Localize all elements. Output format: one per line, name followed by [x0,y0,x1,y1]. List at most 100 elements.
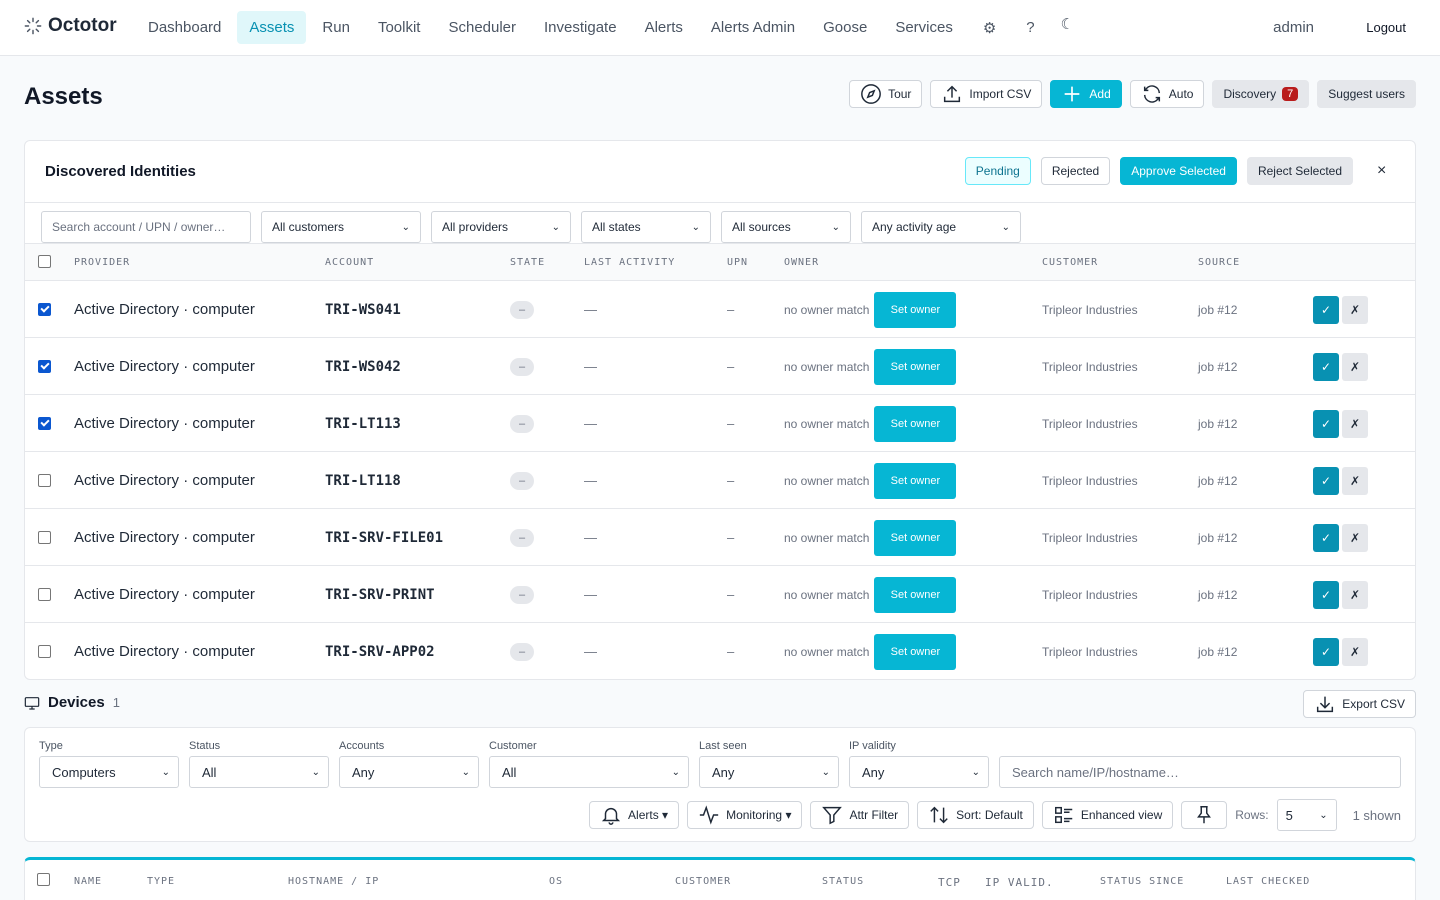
col-os[interactable]: OS [549,876,563,887]
nav-goose[interactable]: Goose [811,11,879,44]
export-csv-button[interactable]: Export CSV [1303,690,1416,718]
status-select[interactable]: All ⌄ [189,756,329,788]
nav-dashboard[interactable]: Dashboard [136,11,233,44]
row-checkbox[interactable] [38,417,51,430]
type-select[interactable]: Computers ⌄ [39,756,179,788]
col-tcp[interactable]: TCP [938,876,961,889]
reject-icon[interactable]: ✗ [1342,466,1368,495]
approve-icon[interactable]: ✓ [1313,637,1339,666]
device-customer-select[interactable]: All ⌄ [489,756,689,788]
approve-icon[interactable]: ✓ [1313,352,1339,381]
col-owner[interactable]: OWNER [784,257,819,268]
row-checkbox[interactable] [38,360,51,373]
col-ip-valid[interactable]: IP VALID. [985,876,1054,889]
provider-select[interactable]: All providers ⌄ [431,211,571,243]
reject-icon[interactable]: ✗ [1342,523,1368,552]
source-cell[interactable]: job #12 [1198,338,1237,395]
approve-selected-button[interactable]: Approve Selected [1120,157,1237,185]
approve-icon[interactable]: ✓ [1313,580,1339,609]
col-account[interactable]: ACCOUNT [325,257,374,268]
reject-icon[interactable]: ✗ [1342,409,1368,438]
devices-select-all-checkbox[interactable] [37,873,50,886]
nav-assets[interactable]: Assets [237,11,307,44]
col-status[interactable]: STATUS [822,876,864,887]
row-checkbox[interactable] [38,303,51,316]
col-hostname-ip[interactable]: HOSTNAME / IP [288,876,379,887]
last-seen-select[interactable]: Any ⌄ [699,756,839,788]
import-csv-button[interactable]: Import CSV [930,80,1043,108]
set-owner-button[interactable]: Set owner [874,405,957,442]
enhanced-view-button[interactable]: Enhanced view [1041,801,1174,829]
state-select[interactable]: All states ⌄ [581,211,711,243]
col-last-checked[interactable]: LAST CHECKED [1226,876,1310,887]
select-all-checkbox[interactable] [38,255,51,268]
attr-filter-button[interactable]: Attr Filter [810,801,910,829]
nav-services[interactable]: Services [883,11,965,44]
nav-alerts-admin[interactable]: Alerts Admin [699,11,807,44]
monitoring-menu-button[interactable]: Monitoring ▾ [687,801,803,829]
nav-alerts[interactable]: Alerts [633,11,695,44]
row-checkbox[interactable] [38,588,51,601]
suggest-users-button[interactable]: Suggest users [1317,80,1416,108]
source-cell[interactable]: job #12 [1198,623,1237,679]
col-device-customer[interactable]: CUSTOMER [675,876,731,887]
source-select[interactable]: All sources ⌄ [721,211,851,243]
set-owner-button[interactable]: Set owner [874,576,957,613]
set-owner-button[interactable]: Set owner [874,348,957,385]
moon-icon[interactable]: ☾ [1051,7,1084,40]
col-customer[interactable]: CUSTOMER [1042,257,1098,268]
approve-icon[interactable]: ✓ [1313,466,1339,495]
set-owner-button[interactable]: Set owner [874,633,957,670]
rows-select[interactable]: 5 ⌄ [1276,799,1337,831]
col-upn[interactable]: UPN [727,257,748,268]
col-status-since[interactable]: STATUS SINCE [1100,876,1184,887]
approve-icon[interactable]: ✓ [1313,295,1339,324]
brand-logo[interactable]: Octotor [24,15,117,37]
logout-link[interactable]: Logout [1366,20,1406,35]
source-cell[interactable]: job #12 [1198,452,1237,509]
source-cell[interactable]: job #12 [1198,395,1237,452]
col-state[interactable]: STATE [510,257,545,268]
auto-button[interactable]: Auto [1129,80,1205,108]
nav-investigate[interactable]: Investigate [532,11,629,44]
nav-run[interactable]: Run [310,11,362,44]
col-name[interactable]: NAME [74,876,102,887]
reject-icon[interactable]: ✗ [1342,352,1368,381]
pin-button[interactable] [1181,801,1228,829]
nav-toolkit[interactable]: Toolkit [366,11,433,44]
activity-select[interactable]: Any activity age ⌄ [861,211,1021,243]
sort-button[interactable]: Sort: Default [917,801,1034,829]
approve-icon[interactable]: ✓ [1313,409,1339,438]
col-provider[interactable]: PROVIDER [74,257,130,268]
help-icon[interactable]: ? [1014,11,1046,44]
close-icon[interactable]: × [1377,162,1391,180]
set-owner-button[interactable]: Set owner [874,462,957,499]
tab-rejected[interactable]: Rejected [1040,157,1111,185]
device-search-input[interactable]: Search name/IP/hostname… [999,756,1401,788]
reject-icon[interactable]: ✗ [1342,637,1368,666]
col-last-activity[interactable]: LAST ACTIVITY [584,257,675,268]
alerts-menu-button[interactable]: Alerts ▾ [589,801,680,829]
ip-validity-select[interactable]: Any ⌄ [849,756,989,788]
row-checkbox[interactable] [38,531,51,544]
identity-search-input[interactable]: Search account / UPN / owner… [41,211,251,243]
nav-scheduler[interactable]: Scheduler [436,11,528,44]
reject-selected-button[interactable]: Reject Selected [1246,157,1353,185]
discovery-button[interactable]: Discovery 7 [1212,80,1310,108]
col-source[interactable]: SOURCE [1198,257,1240,268]
source-cell[interactable]: job #12 [1198,509,1237,566]
customer-select[interactable]: All customers ⌄ [261,211,421,243]
col-type[interactable]: TYPE [147,876,175,887]
add-button[interactable]: Add [1050,80,1122,108]
accounts-select[interactable]: Any ⌄ [339,756,479,788]
source-cell[interactable]: job #12 [1198,281,1237,338]
row-checkbox[interactable] [38,645,51,658]
source-cell[interactable]: job #12 [1198,566,1237,623]
set-owner-button[interactable]: Set owner [874,519,957,556]
reject-icon[interactable]: ✗ [1342,580,1368,609]
row-checkbox[interactable] [38,474,51,487]
reject-icon[interactable]: ✗ [1342,295,1368,324]
approve-icon[interactable]: ✓ [1313,523,1339,552]
tour-button[interactable]: Tour [849,80,923,108]
tab-pending[interactable]: Pending [964,157,1031,185]
